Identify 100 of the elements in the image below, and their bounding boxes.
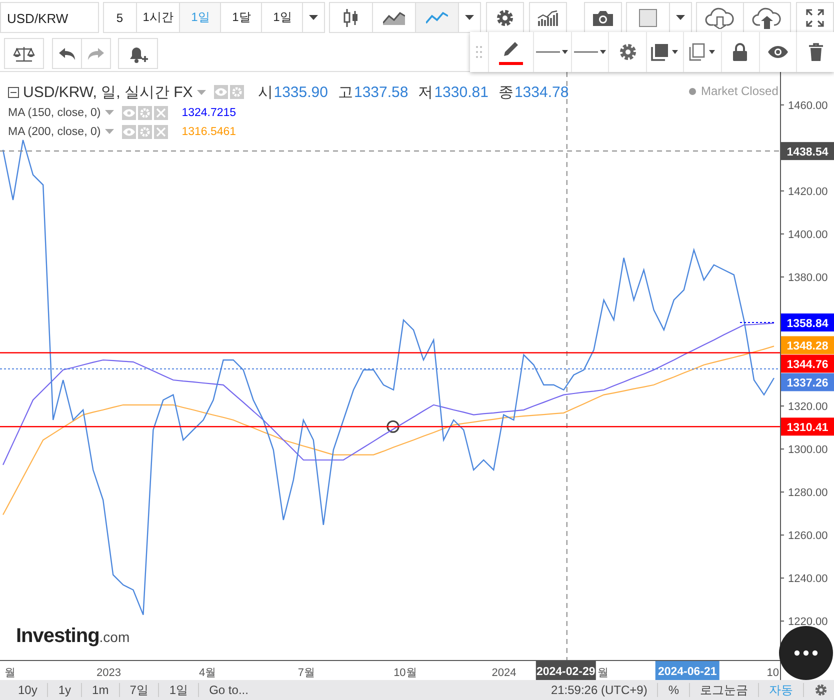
fill-button[interactable] [646,32,684,72]
axis-label: 1280.00 [788,487,828,500]
line-width-button[interactable] [570,32,608,72]
logo-name: Investing [16,625,100,648]
caret-icon [465,15,474,20]
settings-button[interactable] [486,2,524,33]
price-line-marker [740,322,776,323]
visibility-button[interactable] [758,32,796,72]
dots-icon [794,650,818,656]
price-value: 1335.90 [274,84,328,100]
cloud-upload-icon [752,6,782,28]
bar-chart-icon [537,10,560,26]
caret-icon [309,15,318,20]
price-value: 1330.81 [434,84,488,100]
interval-button[interactable]: 1일 [261,2,304,33]
undo-icon [58,46,76,60]
line-style-icon [536,49,568,55]
area-chart-icon [383,10,406,24]
range-button[interactable]: 1일 [159,683,200,697]
more-button[interactable] [779,626,833,680]
settings-icon [814,683,828,697]
series-title: USD/KRW, 일, 실시간 FX [23,82,193,102]
dropdown-button[interactable] [458,2,482,33]
date-tag: 2024-02-29 [536,661,596,680]
indicator-value: 1324.7215 [182,106,236,118]
clone-button[interactable] [683,32,722,72]
copy-icon [688,43,717,61]
range-button[interactable]: 1m [82,683,120,697]
axis-label: 1300.00 [788,444,828,456]
symbol-field[interactable]: USD/KRW [0,2,99,33]
dropdown-button[interactable] [669,2,692,33]
settings-icon [618,42,638,62]
eye-icon [768,46,788,58]
delete-button[interactable] [796,32,834,72]
axis-label: 월 [597,667,608,679]
axis-label: 1220.00 [788,616,828,628]
axis-label: 4월 [199,667,216,679]
price-label: 저 [418,82,434,102]
axis-label: 1380.00 [788,272,828,284]
undo-button[interactable] [52,38,82,69]
price-tag: 1337.26 [781,373,834,392]
interval-button[interactable]: 1시간 [136,2,180,33]
price-tag: 1344.76 [781,354,834,373]
axis-label: 1320.00 [788,401,828,413]
price-value: 1337.58 [354,84,408,100]
interval-button[interactable]: 5 [102,2,137,33]
interval-button[interactable]: 1달 [220,2,262,33]
candlestick-icon [342,8,360,28]
alert-button[interactable] [118,38,158,69]
chart-type-button[interactable] [329,2,374,33]
lock-icon [733,43,748,61]
pencil-icon [502,40,520,58]
settings-button[interactable] [608,32,646,72]
range-button[interactable]: 7일 [120,683,160,697]
market-status-text: Market Closed [701,84,778,98]
axis-label: 2023 [96,667,122,679]
scale-option-button[interactable]: 로그눈금 [690,683,759,697]
axis-label: 1460.00 [788,100,828,112]
axis-label: 10월 [394,667,417,679]
lock-button[interactable] [721,32,759,72]
price-label: 시 [258,82,273,102]
indicators-button[interactable] [529,2,568,33]
price-value: 1334.78 [514,84,569,100]
axis-label: 1400.00 [788,228,828,241]
settings-icon [495,8,516,28]
color-button[interactable] [626,2,670,33]
download-button[interactable] [696,2,744,33]
price-label: 고 [338,82,353,102]
price-tag: 1438.54 [781,142,834,160]
indicator-name: MA (200, close, 0) [8,126,101,138]
indicator-name: MA (150, close, 0) [8,106,101,118]
caret-icon [104,129,114,134]
collapse-button[interactable] [8,86,19,98]
balance-button[interactable] [4,38,44,69]
line-width-icon [574,49,606,55]
fullscreen-button[interactable] [796,2,834,33]
price-tag: 1358.84 [781,313,834,332]
date-tag: 2024-06-21 [655,661,720,680]
axis-label: 1240.00 [788,573,828,586]
clock-text: 21:59:26 (UTC+9) [550,683,658,697]
line-chart-icon [426,10,448,24]
dropdown-button[interactable] [302,2,326,33]
axis-label: 1260.00 [788,530,828,542]
chart-type-button[interactable] [372,2,416,33]
axis-label: 월 [4,667,16,679]
camera-icon [592,8,614,26]
fullscreen-icon [806,8,824,26]
line-style-button[interactable] [532,32,571,72]
balance-scale-icon [13,46,35,62]
price-tag: 1310.41 [781,418,834,436]
range-button[interactable]: 10y [8,683,48,697]
range-button[interactable]: 1y [48,683,82,697]
axis-label: 2024 [492,667,516,679]
upload-button[interactable] [743,2,792,33]
screenshot-button[interactable] [584,2,622,33]
pen-color-button[interactable] [488,32,533,72]
goto-button[interactable]: Go to... [199,683,258,697]
scale-option-button[interactable]: % [658,683,690,697]
redo-icon [87,46,105,60]
square-icon [639,8,658,26]
